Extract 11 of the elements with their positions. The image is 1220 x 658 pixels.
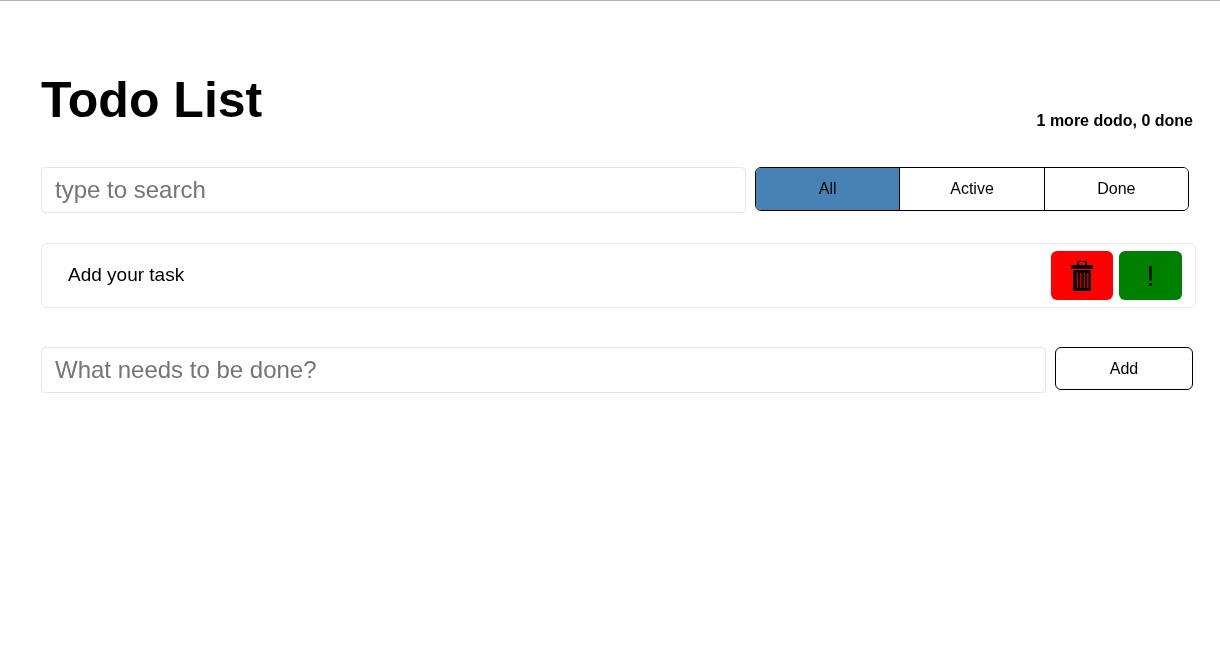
- add-button[interactable]: Add: [1055, 347, 1193, 390]
- task-counter: 1 more dodo, 0 done: [1036, 113, 1193, 129]
- filter-tab[interactable]: Done: [1043, 168, 1188, 210]
- filter-tab[interactable]: All: [756, 168, 900, 210]
- trash-icon: [1071, 260, 1093, 291]
- search-field[interactable]: type to search: [41, 167, 746, 213]
- task-label[interactable]: Add your task: [68, 261, 185, 290]
- important-button[interactable]: !: [1119, 251, 1182, 300]
- new-task-field[interactable]: What needs to be done?: [41, 347, 1046, 393]
- page-title: Todo List: [41, 75, 263, 125]
- delete-button[interactable]: [1051, 251, 1113, 300]
